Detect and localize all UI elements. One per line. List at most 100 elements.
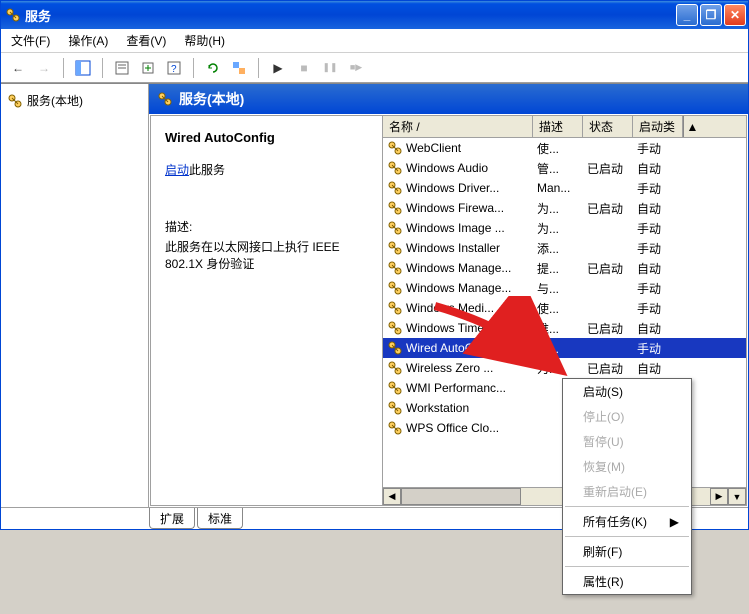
description-heading: 描述: bbox=[165, 218, 368, 235]
tree-pane: 服务(本地) bbox=[1, 84, 149, 507]
scroll-left-button[interactable]: ◀ bbox=[383, 488, 401, 505]
config-button[interactable] bbox=[228, 57, 250, 79]
service-startup-cell: 手动 bbox=[633, 340, 683, 357]
col-status[interactable]: 状态 bbox=[583, 116, 633, 137]
service-desc-cell: 为... bbox=[533, 200, 583, 217]
help-button[interactable]: ? bbox=[163, 57, 185, 79]
service-desc-cell: 管... bbox=[533, 160, 583, 177]
menu-action[interactable]: 操作(A) bbox=[62, 30, 114, 51]
service-name-cell: Windows Medi... bbox=[406, 301, 494, 315]
scroll-thumb[interactable] bbox=[401, 488, 521, 505]
service-row-icon bbox=[387, 340, 403, 356]
stop-icon: ■ bbox=[300, 61, 307, 75]
tree-root-services[interactable]: 服务(本地) bbox=[5, 90, 144, 111]
service-name-cell: Windows Firewa... bbox=[406, 201, 504, 215]
service-startup-cell: 自动 bbox=[633, 160, 683, 177]
back-button[interactable]: ← bbox=[7, 57, 29, 79]
titlebar: 服务 _ ❐ ✕ bbox=[1, 1, 748, 29]
service-desc-cell: 为... bbox=[533, 220, 583, 237]
service-row-icon bbox=[387, 240, 403, 256]
service-status-cell: 已启动 bbox=[583, 320, 633, 337]
service-row[interactable]: Windows Medi... 使... 手动 bbox=[383, 298, 746, 318]
service-startup-cell: 手动 bbox=[633, 220, 683, 237]
cm-start[interactable]: 启动(S) bbox=[563, 379, 691, 404]
service-name-cell: Windows Image ... bbox=[406, 221, 505, 235]
pane-header-icon bbox=[157, 91, 173, 107]
cm-properties[interactable]: 属性(R) bbox=[563, 569, 691, 594]
service-row-icon bbox=[387, 160, 403, 176]
selected-service-name: Wired AutoConfig bbox=[165, 130, 368, 145]
service-desc-cell: 此... bbox=[533, 340, 583, 357]
tab-standard[interactable]: 标准 bbox=[197, 508, 243, 529]
back-icon: ← bbox=[12, 61, 24, 75]
service-status-cell: 已启动 bbox=[583, 200, 633, 217]
service-row[interactable]: Windows Time维...已启动自动 bbox=[383, 318, 746, 338]
cm-pause: 暂停(U) bbox=[563, 429, 691, 454]
service-row[interactable]: Windows Installer添...手动 bbox=[383, 238, 746, 258]
menu-view[interactable]: 查看(V) bbox=[120, 30, 172, 51]
export-button[interactable] bbox=[137, 57, 159, 79]
pane-header-title: 服务(本地) bbox=[179, 89, 244, 109]
service-startup-cell: 手动 bbox=[633, 240, 683, 257]
properties-button[interactable] bbox=[111, 57, 133, 79]
service-row-icon bbox=[387, 220, 403, 236]
list-header: 名称 / 描述 状态 启动类 ▲ bbox=[383, 116, 746, 138]
service-row[interactable]: Windows Manage...提...已启动自动 bbox=[383, 258, 746, 278]
service-startup-cell: 自动 bbox=[633, 260, 683, 277]
service-name-cell: WebClient bbox=[406, 141, 461, 155]
close-button[interactable]: ✕ bbox=[724, 4, 746, 26]
service-name-cell: Windows Driver... bbox=[406, 181, 499, 195]
service-row[interactable]: Windows Audio管...已启动自动 bbox=[383, 158, 746, 178]
app-icon bbox=[5, 7, 21, 23]
play-icon: ▶ bbox=[273, 61, 282, 75]
start-service-button[interactable]: ▶ bbox=[267, 57, 289, 79]
service-row-icon bbox=[387, 420, 403, 436]
service-desc-cell: Man... bbox=[533, 181, 583, 195]
cm-resume: 恢复(M) bbox=[563, 454, 691, 479]
cm-all-tasks[interactable]: 所有任务(K)▶ bbox=[563, 509, 691, 534]
restart-service-button[interactable]: ■▶ bbox=[345, 57, 367, 79]
col-desc[interactable]: 描述 bbox=[533, 116, 583, 137]
service-row[interactable]: WebClient使...手动 bbox=[383, 138, 746, 158]
service-row[interactable]: Windows Driver... Man... 手动 bbox=[383, 178, 746, 198]
scroll-up-button[interactable]: ▲ bbox=[683, 116, 701, 137]
pause-service-button[interactable]: ❚❚ bbox=[319, 57, 341, 79]
scroll-down-button-corner[interactable]: ▼ bbox=[728, 488, 746, 505]
cm-refresh[interactable]: 刷新(F) bbox=[563, 539, 691, 564]
service-info-pane: Wired AutoConfig 启动此服务 描述: 此服务在以太网接口上执行 … bbox=[151, 116, 383, 505]
menu-file[interactable]: 文件(F) bbox=[5, 30, 56, 51]
tree-root-label: 服务(本地) bbox=[27, 92, 83, 109]
service-desc-cell: 使... bbox=[533, 300, 583, 317]
col-startup[interactable]: 启动类 bbox=[633, 116, 683, 137]
service-name-cell: Windows Installer bbox=[406, 241, 500, 255]
col-name[interactable]: 名称 / bbox=[383, 116, 533, 137]
service-startup-cell: 手动 bbox=[633, 180, 683, 197]
menu-help[interactable]: 帮助(H) bbox=[178, 30, 231, 51]
description-text: 此服务在以太网接口上执行 IEEE 802.1X 身份验证 bbox=[165, 239, 368, 273]
service-row[interactable]: Wired AutoConfig此...手动 bbox=[383, 338, 746, 358]
forward-button[interactable]: → bbox=[33, 57, 55, 79]
service-row[interactable]: Windows Image ... 为... 手动 bbox=[383, 218, 746, 238]
service-row-icon bbox=[387, 360, 403, 376]
show-hide-tree-button[interactable] bbox=[72, 57, 94, 79]
window-title: 服务 bbox=[25, 6, 676, 25]
tab-extended[interactable]: 扩展 bbox=[149, 508, 195, 529]
start-service-link[interactable]: 启动 bbox=[165, 163, 189, 177]
stop-service-button[interactable]: ■ bbox=[293, 57, 315, 79]
start-service-suffix: 此服务 bbox=[189, 163, 225, 177]
refresh-button[interactable] bbox=[202, 57, 224, 79]
service-startup-cell: 手动 bbox=[633, 280, 683, 297]
forward-icon: → bbox=[38, 61, 50, 75]
service-row[interactable]: Windows Manage...与...手动 bbox=[383, 278, 746, 298]
service-name-cell: WMI Performanc... bbox=[406, 381, 506, 395]
service-row-icon bbox=[387, 200, 403, 216]
minimize-button[interactable]: _ bbox=[676, 4, 698, 26]
service-row[interactable]: Wireless Zero ...为...已启动自动 bbox=[383, 358, 746, 378]
service-startup-cell: 手动 bbox=[633, 300, 683, 317]
maximize-button[interactable]: ❐ bbox=[700, 4, 722, 26]
service-name-cell: Windows Manage... bbox=[406, 261, 511, 275]
service-startup-cell: 手动 bbox=[633, 140, 683, 157]
submenu-arrow-icon: ▶ bbox=[670, 515, 679, 529]
scroll-right-button[interactable]: ▶ bbox=[710, 488, 728, 505]
service-row[interactable]: Windows Firewa...为...已启动自动 bbox=[383, 198, 746, 218]
